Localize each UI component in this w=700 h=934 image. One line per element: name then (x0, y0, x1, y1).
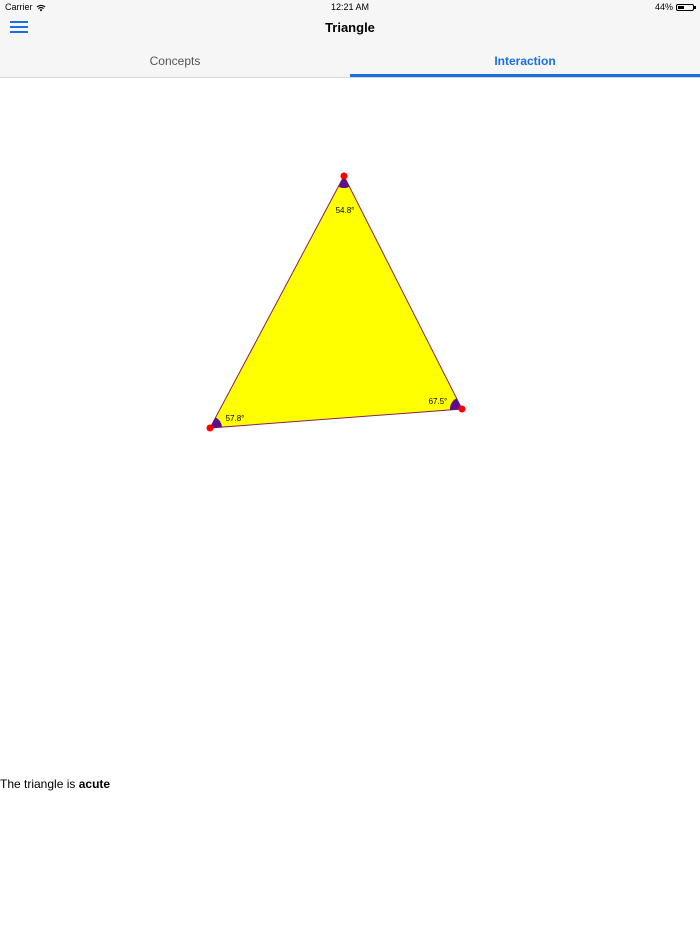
tab-concepts[interactable]: Concepts (0, 44, 350, 78)
result-prefix: The triangle is (0, 777, 76, 791)
page-title: Triangle (325, 20, 375, 35)
selected-tab-indicator (350, 74, 700, 77)
navigation-bar: Triangle (0, 14, 700, 44)
angle-label-left: 57.8° (226, 414, 245, 423)
clock: 12:21 AM (330, 2, 370, 12)
result-classification: acute (78, 777, 111, 791)
vertex-handle-right[interactable] (458, 405, 466, 413)
status-bar: Carrier 12:21 AM 44% (0, 0, 700, 14)
battery-percent: 44% (654, 2, 673, 12)
vertex-handle-left[interactable] (206, 424, 214, 432)
battery-fill (678, 5, 685, 9)
status-right: 44% (654, 0, 696, 14)
segmented-tabs: Concepts Interaction (0, 44, 700, 78)
angle-label-top: 54.8° (336, 206, 355, 215)
triangle-canvas[interactable]: 54.8° 67.5° 57.8° (0, 78, 700, 758)
angle-label-right: 67.5° (429, 397, 448, 406)
tab-interaction[interactable]: Interaction (350, 44, 700, 78)
vertex-handle-top[interactable] (340, 172, 348, 180)
battery-icon (676, 3, 696, 11)
classification-result: The triangle is acute (0, 777, 110, 791)
